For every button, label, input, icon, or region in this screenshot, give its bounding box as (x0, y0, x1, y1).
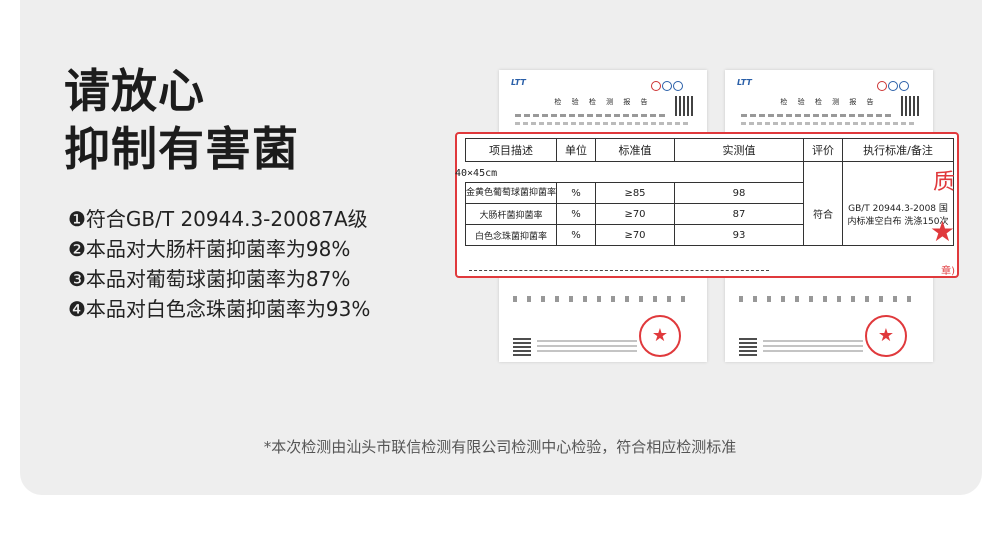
col-header: 实测值 (674, 138, 804, 162)
lab-logo: LTT (511, 78, 526, 87)
headline: 请放心 抑制有害菌 (64, 62, 299, 178)
col-header: 评价 (803, 138, 843, 162)
col-header: 标准值 (595, 138, 675, 162)
cell-standard: ≥70 (595, 203, 675, 225)
col-header: 单位 (556, 138, 596, 162)
report-footer (537, 340, 637, 354)
qr-code-icon (739, 338, 757, 356)
partial-stamp-text: 章) (941, 266, 955, 277)
report-meta-line (515, 122, 690, 125)
partial-stamp-char: 质 (932, 170, 955, 195)
official-stamp: ★ (639, 315, 681, 357)
col-header: 项目描述 (465, 138, 557, 162)
feature-item: ❸本品对葡萄球菌抑菌率为87% (68, 267, 351, 291)
cert-icons (651, 76, 687, 91)
signature-row (739, 296, 919, 302)
feature-item: ❷本品对大肠杆菌抑菌率为98% (68, 237, 351, 261)
cell-unit: % (556, 182, 596, 204)
stamp-star-icon: ★ (929, 215, 955, 248)
table-row: 金黄色葡萄球菌抑菌率 % ≥85 98 符合 GB/T 20944.3-2008… (465, 182, 954, 246)
cell-unit: % (556, 224, 596, 246)
col-header: 执行标准/备注 (842, 138, 954, 162)
cell-measured: 87 (674, 203, 804, 225)
test-result-table-callout: 项目描述 单位 标准值 实测值 评价 执行标准/备注 金黄色葡萄球菌抑菌率 % … (455, 132, 959, 278)
cell-unit: % (556, 203, 596, 225)
cell-item: 白色念珠菌抑菌率 (465, 224, 557, 246)
lab-logo: LTT (737, 78, 752, 87)
cell-item: 大肠杆菌抑菌率 (465, 203, 557, 225)
cell-measured: 93 (674, 224, 804, 246)
qr-code-icon (513, 338, 531, 356)
official-stamp: ★ (865, 315, 907, 357)
feature-item: ❹本品对白色念珠菌抑菌率为93% (68, 297, 371, 321)
cell-evaluation: 符合 (803, 182, 843, 246)
signature-row (513, 296, 693, 302)
report-meta-line (741, 122, 916, 125)
qr-code-icon (901, 96, 921, 116)
footnote: *本次检测由汕头市联信检测有限公司检测中心检验，符合相应检测标准 (263, 438, 737, 456)
headline-line1: 请放心 (64, 64, 205, 118)
feature-item: ❶符合GB/T 20944.3-20087A级 (68, 207, 368, 231)
test-result-table: 项目描述 单位 标准值 实测值 评价 执行标准/备注 金黄色葡萄球菌抑菌率 % … (465, 138, 954, 246)
cert-icons (877, 76, 913, 91)
cell-standard: ≥70 (595, 224, 675, 246)
sample-size: 40×45cm (455, 168, 498, 179)
report-meta-line (515, 114, 665, 117)
headline-line2: 抑制有害菌 (64, 122, 299, 176)
report-meta-line (741, 114, 891, 117)
table-header-row: 项目描述 单位 标准值 实测值 评价 执行标准/备注 (465, 138, 954, 162)
feature-list: ❶符合GB/T 20944.3-20087A级 ❷本品对大肠杆菌抑菌率为98% … (68, 204, 370, 324)
dashed-divider (469, 270, 769, 272)
table-row (466, 161, 954, 183)
qr-code-icon (675, 96, 695, 116)
report-footer (763, 340, 863, 354)
cell-standard: ≥85 (595, 182, 675, 204)
cell-measured: 98 (674, 182, 804, 204)
cell-item: 金黄色葡萄球菌抑菌率 (465, 182, 557, 204)
